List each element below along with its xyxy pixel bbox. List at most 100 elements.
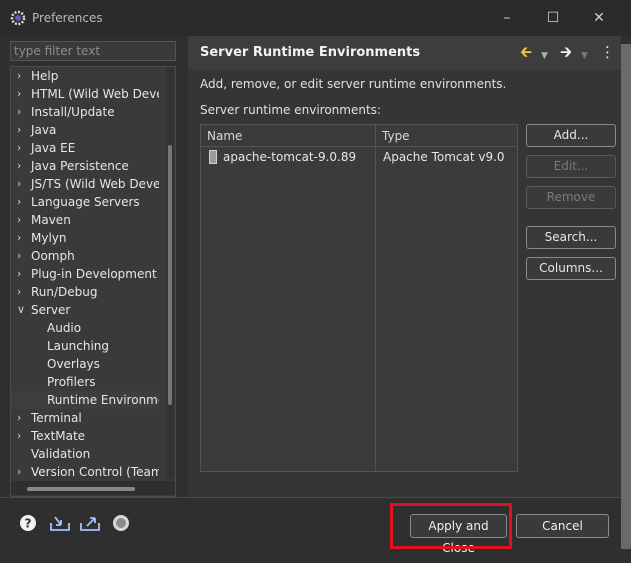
tree-item-label: Server [31,303,71,317]
tree-item-label: Plug-in Development [31,267,157,281]
tree-item[interactable]: › Java Persistence [11,157,159,175]
close-window-button[interactable]: ✕ [589,8,609,28]
tree-item[interactable]: › Maven [11,211,159,229]
tree-item[interactable]: › Language Servers [11,193,159,211]
tree-item-label: Run/Debug [31,285,98,299]
chevron-down-icon[interactable]: ∨ [17,301,27,319]
tree-item[interactable]: › Version Control (Team) [11,463,159,481]
window-title: Preferences [32,11,103,25]
add-button[interactable]: Add... [526,124,616,147]
tree-item-label: Launching [47,339,110,353]
tree-child-item[interactable]: Runtime Environment [11,391,159,409]
tree-horizontal-scroll-thumb[interactable] [27,487,135,491]
tree-item-label: TextMate [31,429,86,443]
tree-item-label: Language Servers [31,195,140,209]
background-window-edge [621,44,631,549]
tree-item[interactable]: › Java EE [11,139,159,157]
tree-item-label: Help [31,69,59,83]
forward-arrow-icon[interactable]: 🡲 [560,43,572,61]
chevron-right-icon[interactable]: › [17,121,27,139]
tree-item[interactable]: › Install/Update [11,103,159,121]
chevron-right-icon[interactable]: › [17,157,27,175]
tree-item[interactable]: › Run/Debug [11,283,159,301]
view-menu-icon[interactable]: ⋮ [600,43,615,61]
page-description: Add, remove, or edit server runtime envi… [200,77,507,91]
preference-tree[interactable]: › Help › HTML (Wild Web Develo › Install/Upda… [10,66,176,497]
runtime-list-label: Server runtime environments: [200,103,381,117]
tree-item-label: JS/TS (Wild Web Develop [31,177,159,191]
chevron-right-icon[interactable]: › [17,229,27,247]
tree-item-label: Validation [31,447,91,461]
tree-item[interactable]: › Java [11,121,159,139]
tree-item[interactable]: › TextMate [11,427,159,445]
chevron-right-icon[interactable]: › [17,283,27,301]
tree-item-label: Install/Update [31,105,115,119]
column-header-name[interactable]: Name [201,125,375,147]
runtime-type-cell: Apache Tomcat v9.0 [383,150,505,164]
tree-vertical-scroll-thumb[interactable] [168,145,172,405]
tree-item-label: Version Control (Team) [31,465,159,479]
chevron-right-icon[interactable]: › [17,139,27,157]
cancel-button[interactable]: Cancel [516,514,609,538]
tree-item[interactable]: › Mylyn [11,229,159,247]
tree-item[interactable]: › Help [11,67,159,85]
tree-item-label: Runtime Environment [47,393,159,407]
chevron-right-icon[interactable]: › [17,409,27,427]
forward-dropdown-icon[interactable]: ▼ [581,47,588,65]
title-bar: Preferences – ☐ ✕ [0,0,631,36]
chevron-right-icon[interactable]: › [17,175,27,193]
chevron-right-icon[interactable]: › [17,427,27,445]
chevron-right-icon[interactable]: › [17,211,27,229]
tree-item-label: Profilers [47,375,96,389]
tree-item[interactable]: Validation [11,445,159,463]
tree-item-label: Java Persistence [31,159,129,173]
chevron-right-icon[interactable]: › [17,463,27,481]
chevron-right-icon[interactable]: › [17,103,27,121]
tree-item-label: Overlays [47,357,100,371]
preferences-window: Preferences – ☐ ✕ type filter text › Help… [0,0,631,563]
back-dropdown-icon[interactable]: ▼ [541,47,548,65]
tree-item-label: Maven [31,213,71,227]
search-button[interactable]: Search... [526,226,616,249]
minimize-button[interactable]: – [497,8,517,28]
tree-item[interactable]: ∨ Server [11,301,159,319]
runtime-table[interactable]: Name Type apache-tomcat-9.0.89 Apache To… [200,124,518,472]
oomph-icon[interactable] [112,514,130,532]
export-icon[interactable] [79,514,101,532]
runtime-name-cell: apache-tomcat-9.0.89 [223,150,357,164]
import-icon[interactable] [49,514,71,532]
eclipse-gear-icon [10,10,26,26]
column-header-type[interactable]: Type [376,125,517,147]
highlight-annotation-box [390,503,512,549]
chevron-right-icon[interactable]: › [17,85,27,103]
chevron-right-icon[interactable]: › [17,265,27,283]
tree-item-label: Audio [47,321,82,335]
tree-child-item[interactable]: Overlays [11,355,159,373]
chevron-right-icon[interactable]: › [17,67,27,85]
page-title: Server Runtime Environments [200,45,421,60]
preference-page: Server Runtime Environments 🡰 ▼ 🡲 ▼ ⋮ Ad… [188,36,621,497]
tree-item[interactable]: › HTML (Wild Web Develo [11,85,159,103]
tree-item[interactable]: › JS/TS (Wild Web Develop [11,175,159,193]
back-arrow-icon[interactable]: 🡰 [520,43,532,61]
edit-button[interactable]: Edit... [526,155,616,178]
chevron-right-icon[interactable]: › [17,247,27,265]
help-icon[interactable]: ? [19,514,37,532]
tree-item[interactable]: › Oomph [11,247,159,265]
chevron-right-icon[interactable]: › [17,193,27,211]
tree-item[interactable]: › Terminal [11,409,159,427]
columns-button[interactable]: Columns... [526,257,616,280]
tree-child-item[interactable]: Audio [11,319,159,337]
tree-item-label: Terminal [31,411,82,425]
remove-button[interactable]: Remove [526,186,616,209]
page-header: Server Runtime Environments 🡰 ▼ 🡲 ▼ ⋮ [188,36,621,70]
filter-input[interactable]: type filter text [10,41,176,61]
tree-item-label: Oomph [31,249,75,263]
tree-item-label: Java [31,123,57,137]
maximize-button[interactable]: ☐ [543,8,563,28]
tree-item[interactable]: › Plug-in Development [11,265,159,283]
tree-item-label: Mylyn [31,231,67,245]
tree-item-label: HTML (Wild Web Develo [31,87,159,101]
tree-child-item[interactable]: Profilers [11,373,159,391]
tree-child-item[interactable]: Launching [11,337,159,355]
